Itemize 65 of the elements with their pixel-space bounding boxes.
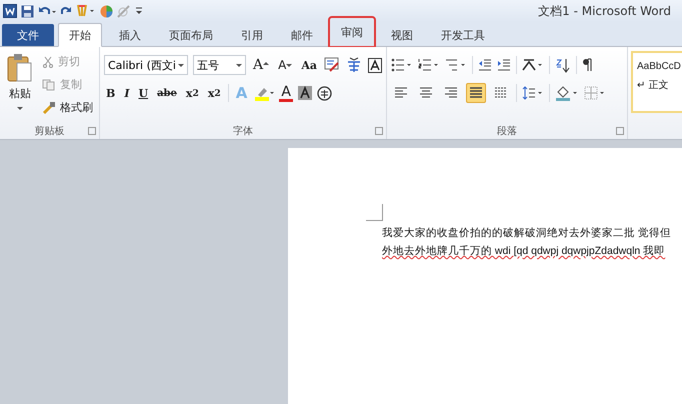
clipboard-icon xyxy=(7,53,33,83)
align-button[interactable] xyxy=(466,83,486,103)
numbering-icon[interactable] xyxy=(418,58,440,72)
asian-layout-icon[interactable] xyxy=(522,58,544,72)
redo-icon[interactable] xyxy=(60,5,72,17)
save-icon[interactable] xyxy=(21,4,34,18)
paste-button[interactable]: 粘贴 xyxy=(4,51,36,123)
customize-dropdown-icon[interactable] xyxy=(135,6,143,16)
bold-button[interactable]: B xyxy=(104,86,118,100)
show-marks-icon[interactable] xyxy=(582,58,592,72)
grow-font-button[interactable]: A xyxy=(250,57,272,73)
ribbon-tab[interactable]: 邮件 xyxy=(280,24,324,46)
ribbon-tab[interactable]: 审阅 xyxy=(330,18,374,46)
margin-corner-mark xyxy=(366,204,383,221)
ribbon-tab[interactable]: 开始 xyxy=(58,23,102,47)
highlighter-icon[interactable] xyxy=(254,85,274,101)
align-icon xyxy=(469,87,483,99)
character-border-icon[interactable] xyxy=(368,58,382,72)
align-icon xyxy=(419,87,433,99)
strikethrough-button[interactable]: abe xyxy=(155,88,179,98)
line-spacing-icon[interactable] xyxy=(522,86,544,100)
dialog-launcher-icon[interactable] xyxy=(88,127,96,135)
file-tab[interactable]: 文件 xyxy=(2,24,54,46)
ribbon-tab[interactable]: 视图 xyxy=(380,24,424,46)
group-label: 剪贴板 xyxy=(34,124,64,138)
bullets-icon[interactable] xyxy=(391,58,413,72)
character-shading-icon[interactable] xyxy=(298,86,312,100)
clear-format-icon[interactable] xyxy=(324,57,340,73)
shrink-font-button[interactable]: A xyxy=(276,58,294,72)
dialog-launcher-icon[interactable] xyxy=(616,127,624,135)
window-title: 文档1 - Microsoft Word xyxy=(538,2,671,20)
word-logo-icon[interactable] xyxy=(3,4,17,18)
change-case-button[interactable]: Aa xyxy=(299,58,319,72)
paint-bucket-icon[interactable] xyxy=(555,86,579,100)
color-wheel-icon[interactable] xyxy=(100,4,113,18)
group-label: 字体 xyxy=(233,124,253,138)
decrease-indent-icon[interactable] xyxy=(478,58,492,72)
align-icon xyxy=(444,87,458,99)
phonetic-icon[interactable] xyxy=(345,57,363,73)
document-text-line: 外地去外地牌几千万的 wdi [qd qdwpj dqwpjpZdadwqln 我即 xyxy=(382,244,666,259)
font-color-button[interactable]: A xyxy=(279,84,293,102)
multilevel-list-icon[interactable] xyxy=(445,58,467,72)
scissors-icon xyxy=(42,56,54,68)
ribbon-tab[interactable]: 插入 xyxy=(108,24,152,46)
group-label: 段落 xyxy=(497,124,517,138)
ribbon-tab[interactable]: 引用 xyxy=(230,24,274,46)
brush-icon[interactable] xyxy=(76,4,96,18)
font-name-dropdown[interactable]: Calibri (西文i xyxy=(104,55,188,75)
paintbrush-icon xyxy=(42,101,56,114)
underline-button[interactable]: U xyxy=(136,86,150,100)
align-icon xyxy=(394,87,408,99)
format-painter-button[interactable]: 格式刷 xyxy=(40,97,95,118)
document-text-line: 我爱大家的收盘价拍的的破解破洞绝对去外婆家二批 觉得但 xyxy=(382,226,671,241)
increase-indent-icon[interactable] xyxy=(497,58,511,72)
ribbon-tab[interactable]: 页面布局 xyxy=(158,24,224,46)
dialog-launcher-icon[interactable] xyxy=(375,127,383,135)
align-icon xyxy=(494,87,508,99)
font-size-dropdown[interactable]: 五号 xyxy=(192,55,246,75)
ribbon-tab[interactable]: 开发工具 xyxy=(430,24,496,46)
style-gallery-item[interactable]: AaBbCcD ↵ 正文 xyxy=(631,51,682,113)
enclosed-character-icon[interactable] xyxy=(316,86,332,100)
italic-button[interactable]: I xyxy=(122,86,132,100)
sort-icon[interactable] xyxy=(555,58,571,72)
copy-icon xyxy=(42,78,56,90)
undo-icon[interactable] xyxy=(38,5,56,17)
